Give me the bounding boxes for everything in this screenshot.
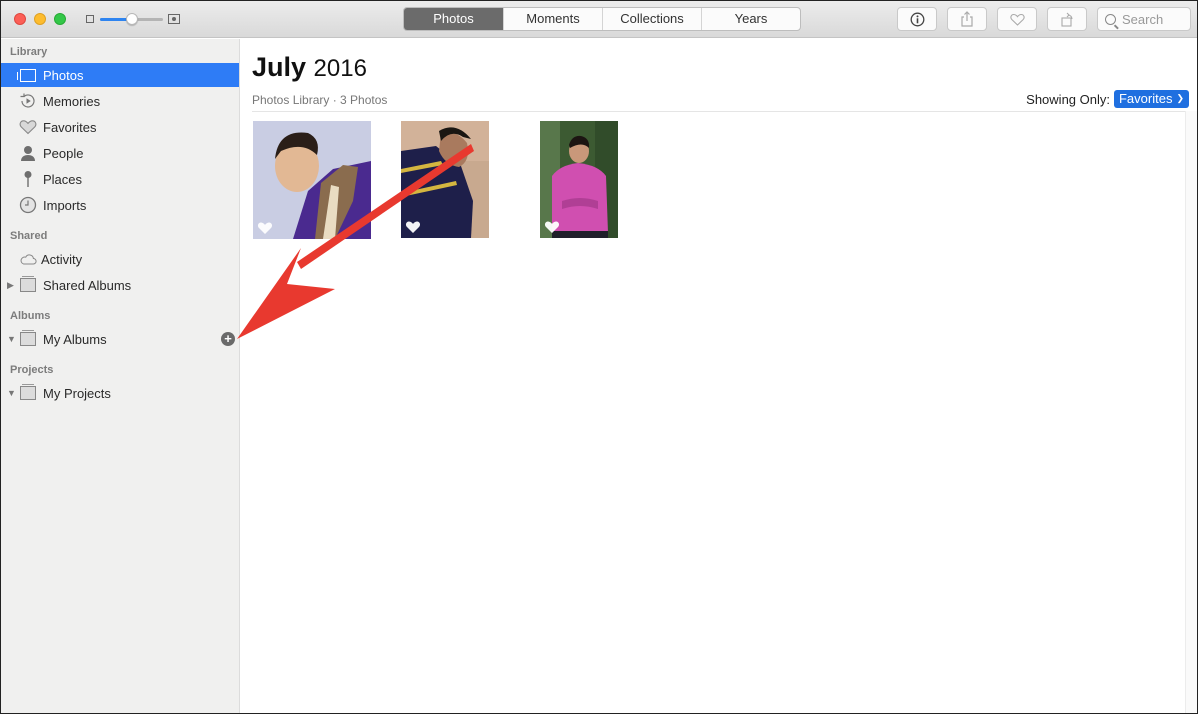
section-label-shared: Shared — [10, 230, 48, 242]
disclosure-collapsed-icon[interactable]: ▶ — [7, 280, 14, 291]
disclosure-expanded-icon[interactable]: ▼ — [7, 388, 16, 398]
search-placeholder: Search — [1122, 11, 1164, 27]
sidebar-item-label: My Albums — [43, 331, 107, 347]
title-year: 2016 — [313, 55, 367, 82]
view-tabs: Photos Moments Collections Years — [403, 7, 801, 31]
showing-only-label: Showing Only: — [1026, 91, 1110, 107]
heart-icon — [1009, 13, 1025, 26]
pin-icon — [19, 170, 37, 188]
rotate-button[interactable] — [1047, 7, 1087, 31]
minimize-window-button[interactable] — [34, 13, 46, 25]
sidebar-item-my-projects[interactable]: ▼ My Projects — [1, 381, 239, 405]
photo-thumbnail[interactable] — [540, 121, 618, 238]
sidebar-item-label: Photos — [43, 67, 84, 83]
sidebar-item-label: Favorites — [43, 119, 97, 135]
photos-content: July 2016 Photos Library · 3 Photos Show… — [241, 39, 1197, 713]
small-thumbnail-icon — [86, 15, 94, 23]
sidebar-item-label: Imports — [43, 197, 87, 213]
share-button[interactable] — [947, 7, 987, 31]
photo-thumbnail[interactable] — [253, 121, 371, 239]
photos-icon — [17, 66, 37, 84]
heart-icon — [19, 118, 37, 136]
thumbnail-size-slider[interactable] — [100, 13, 163, 25]
page-title: July 2016 — [252, 52, 367, 83]
toolbar: Photos Moments Collections Years Search — [1, 1, 1197, 38]
sidebar-item-label: Shared Albums — [43, 277, 132, 293]
tab-years[interactable]: Years — [701, 8, 800, 30]
sidebar-item-my-albums[interactable]: ▼ My Albums — [1, 327, 239, 351]
cloud-icon — [19, 250, 37, 268]
add-album-button[interactable]: + — [221, 332, 235, 346]
section-label-albums: Albums — [10, 310, 51, 322]
rotate-icon — [1060, 12, 1073, 27]
sidebar-item-label: My Projects — [43, 385, 111, 401]
sidebar-item-label: Places — [43, 171, 83, 187]
album-icon — [19, 384, 37, 402]
info-icon — [910, 12, 924, 26]
section-label-projects: Projects — [10, 364, 54, 376]
filter-value: Favorites — [1118, 91, 1173, 106]
sidebar-item-places[interactable]: Places — [1, 167, 239, 191]
info-button[interactable] — [897, 7, 937, 31]
photo-thumbnail[interactable] — [401, 121, 489, 238]
favorite-heart-icon[interactable] — [544, 220, 560, 234]
title-month: July — [252, 52, 307, 82]
disclosure-expanded-icon[interactable]: ▼ — [7, 334, 16, 344]
photos-app-window: Photos Moments Collections Years Search … — [0, 0, 1198, 714]
large-thumbnail-icon — [168, 14, 180, 24]
sidebar-item-photos[interactable]: Photos — [1, 63, 239, 87]
sidebar-item-label: Memories — [43, 93, 101, 109]
search-icon — [1105, 13, 1116, 25]
sidebar-item-label: People — [43, 145, 84, 161]
close-window-button[interactable] — [14, 13, 26, 25]
sidebar-item-activity[interactable]: Activity — [1, 247, 239, 271]
sidebar-item-people[interactable]: People — [1, 141, 239, 165]
divider — [252, 111, 1186, 112]
maximize-window-button[interactable] — [54, 13, 66, 25]
library-subtitle: Photos Library · 3 Photos — [252, 93, 388, 107]
tab-moments[interactable]: Moments — [503, 8, 602, 30]
sidebar-item-imports[interactable]: Imports — [1, 193, 239, 217]
sidebar-item-favorites[interactable]: Favorites — [1, 115, 239, 139]
vertical-scrollbar[interactable] — [1185, 111, 1197, 713]
sidebar-item-shared-albums[interactable]: ▶ Shared Albums — [1, 273, 239, 297]
sidebar-item-memories[interactable]: Memories — [1, 89, 239, 113]
clock-icon — [19, 196, 37, 214]
filter-dropdown[interactable]: Favorites ❯ — [1113, 90, 1189, 108]
album-icon — [19, 330, 37, 348]
person-icon — [19, 144, 37, 162]
tab-photos[interactable]: Photos — [404, 8, 503, 30]
sidebar-item-label: Activity — [41, 251, 83, 267]
favorite-button[interactable] — [997, 7, 1037, 31]
search-field[interactable]: Search — [1097, 7, 1191, 31]
share-icon — [961, 11, 973, 27]
chevron-down-icon: ❯ — [1176, 93, 1184, 103]
sidebar: Library Photos Memories Favorites People — [1, 39, 240, 713]
slider-knob[interactable] — [125, 13, 138, 25]
section-label-library: Library — [10, 46, 48, 58]
memories-icon — [19, 92, 37, 110]
favorite-heart-icon[interactable] — [257, 221, 273, 235]
filter-control: Showing Only: Favorites ❯ — [1026, 90, 1189, 108]
album-icon — [19, 276, 37, 294]
favorite-heart-icon[interactable] — [405, 220, 421, 234]
tab-collections[interactable]: Collections — [602, 8, 701, 30]
